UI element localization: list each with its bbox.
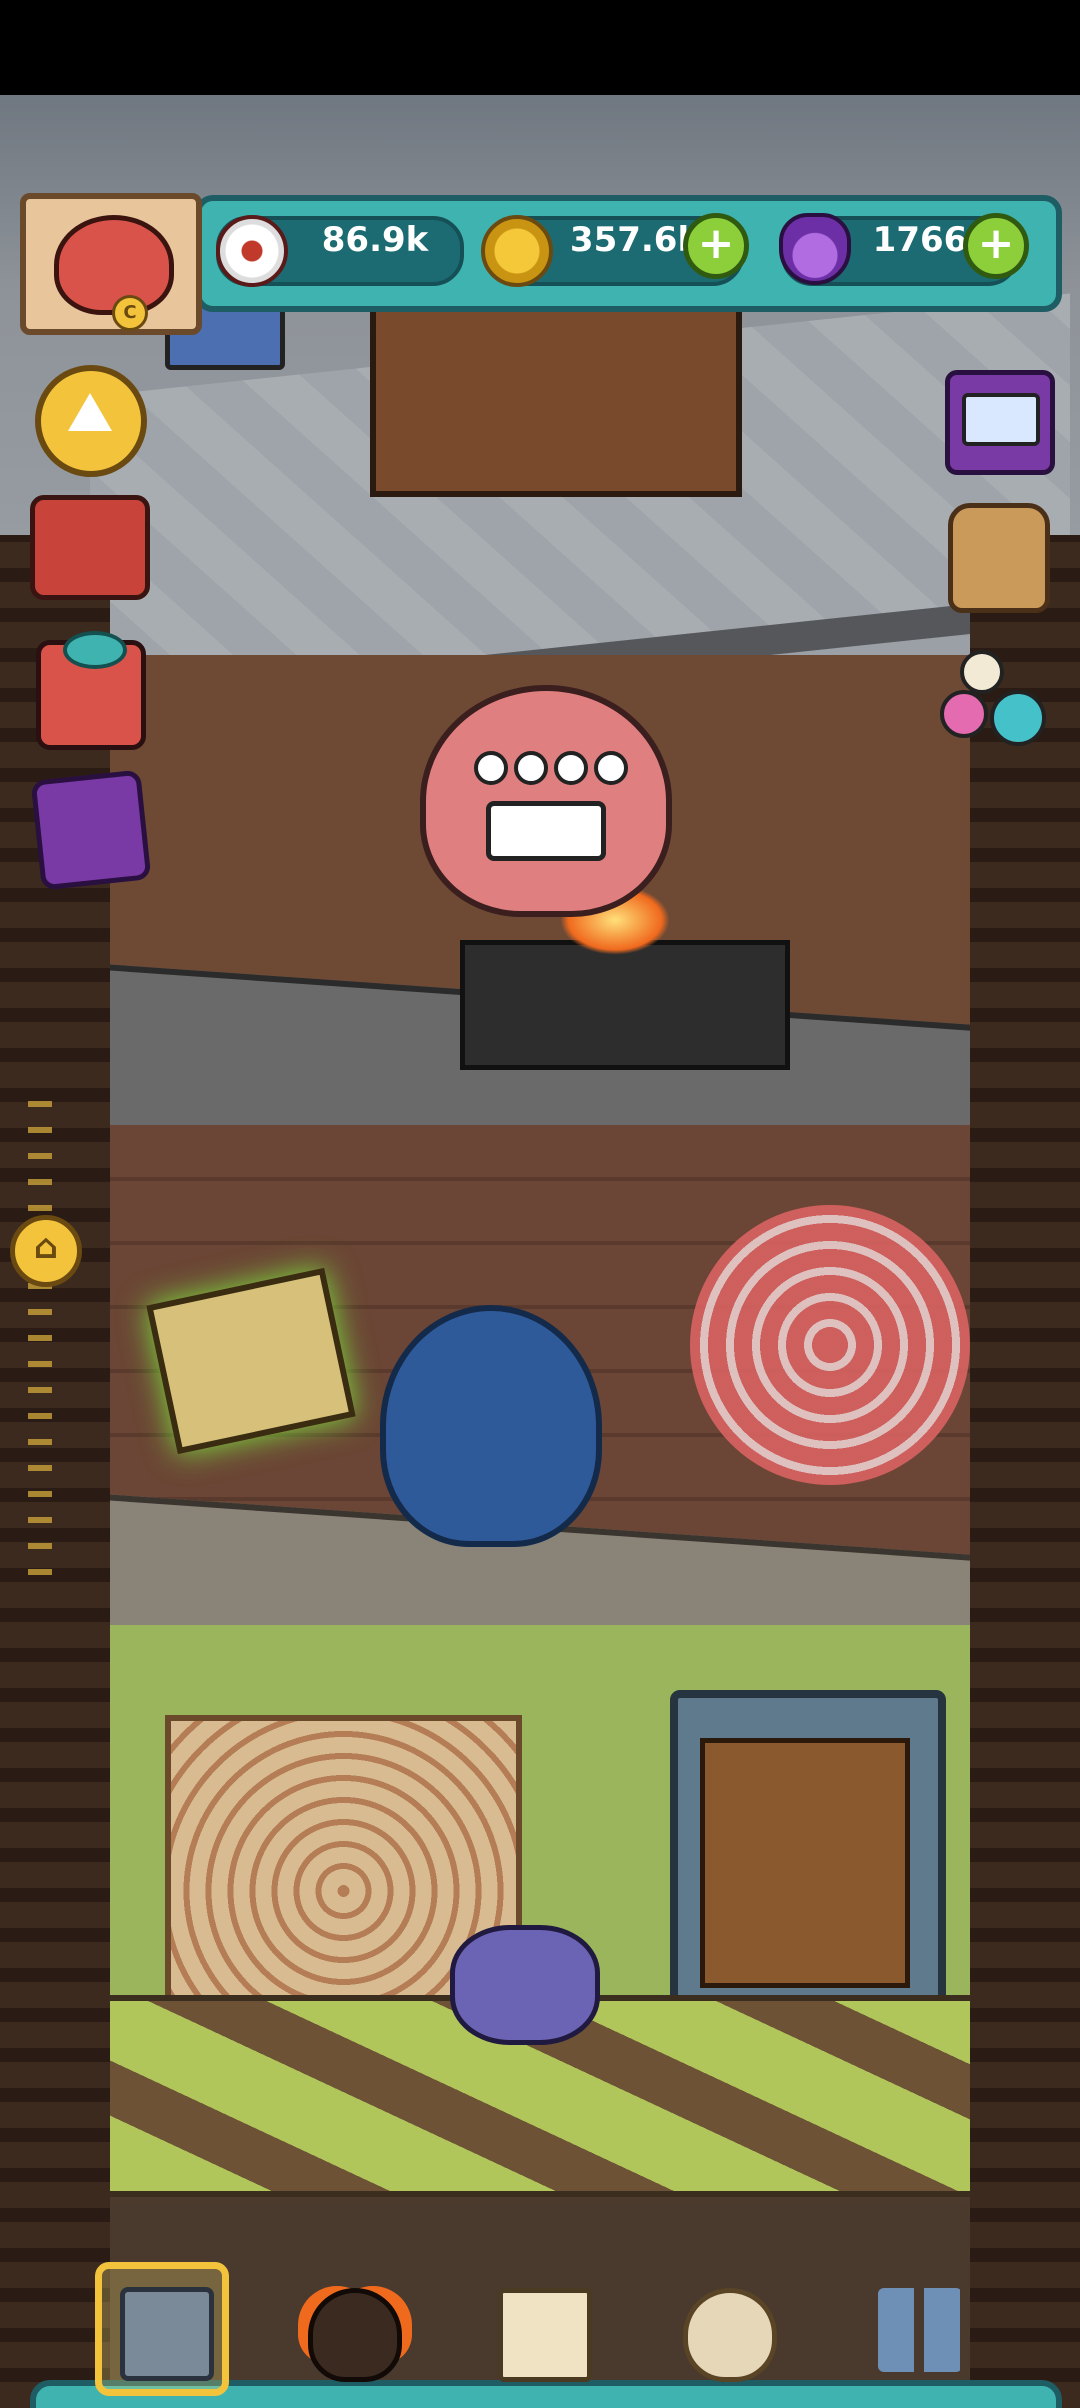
buy-coins-button[interactable]: + bbox=[683, 213, 749, 279]
eyeballs-button[interactable] bbox=[940, 650, 1046, 750]
dirt-wall-right bbox=[970, 535, 1080, 2408]
video-ad-button[interactable] bbox=[945, 370, 1055, 475]
present-box-button[interactable] bbox=[36, 631, 146, 750]
coin-sack-icon bbox=[683, 2288, 777, 2382]
floor-indicator-arrows bbox=[28, 1095, 52, 1595]
home-icon: ⌂ bbox=[33, 1227, 59, 1267]
resource-bar: 86.9k 357.6k + 1766 + bbox=[195, 195, 1062, 312]
iron-door[interactable] bbox=[670, 1690, 946, 2026]
scroll-up-button[interactable] bbox=[35, 365, 147, 477]
eyes-value: 86.9k bbox=[321, 220, 429, 260]
monster-mouth bbox=[486, 801, 606, 861]
monster-eye bbox=[474, 751, 508, 785]
building-icon bbox=[120, 2287, 214, 2381]
nav-shop-button[interactable] bbox=[665, 2270, 785, 2390]
backpack-button[interactable] bbox=[948, 503, 1050, 613]
fire-monster-icon bbox=[308, 2288, 402, 2382]
eyeball-icon bbox=[990, 690, 1046, 746]
blue-pot-monster[interactable] bbox=[380, 1305, 602, 1547]
cards-button[interactable] bbox=[30, 769, 152, 891]
coin-icon bbox=[481, 215, 553, 287]
stove bbox=[460, 940, 790, 1070]
player-avatar[interactable]: C bbox=[20, 193, 202, 335]
avatar-badge: C bbox=[112, 295, 148, 331]
status-bar bbox=[0, 0, 1080, 95]
gift-basket-button[interactable] bbox=[30, 495, 150, 600]
purple-digger-monster[interactable] bbox=[450, 1925, 600, 2045]
eyeball-icon bbox=[940, 690, 988, 738]
eyeball-icon bbox=[216, 215, 288, 287]
nav-book-button[interactable] bbox=[480, 2270, 600, 2390]
octopus-chef-monster[interactable] bbox=[420, 685, 672, 917]
monster-eye bbox=[514, 751, 548, 785]
up-arrow-icon bbox=[68, 393, 112, 431]
monster-avatar-face bbox=[54, 215, 174, 315]
street-level-scene bbox=[0, 95, 1080, 727]
tv-icon bbox=[962, 393, 1040, 446]
monster-eye bbox=[594, 751, 628, 785]
potion-icon bbox=[779, 213, 851, 285]
nav-menu-button[interactable] bbox=[860, 2270, 980, 2390]
game-view: 86.9k 357.6k + 1766 + C ⌂ bbox=[0, 95, 1080, 2408]
grid-menu-icon bbox=[878, 2288, 962, 2372]
nav-monster-button[interactable] bbox=[290, 2270, 410, 2390]
book-icon bbox=[498, 2288, 592, 2382]
eyeball-icon bbox=[960, 650, 1004, 694]
bow-icon bbox=[63, 631, 127, 669]
door-panel bbox=[700, 1738, 910, 1988]
red-portal-swirl[interactable] bbox=[690, 1205, 970, 1485]
buy-potions-button[interactable]: + bbox=[963, 213, 1029, 279]
nav-building-button[interactable] bbox=[95, 2262, 229, 2396]
monster-eye bbox=[554, 751, 588, 785]
home-button[interactable]: ⌂ bbox=[10, 1215, 82, 1287]
